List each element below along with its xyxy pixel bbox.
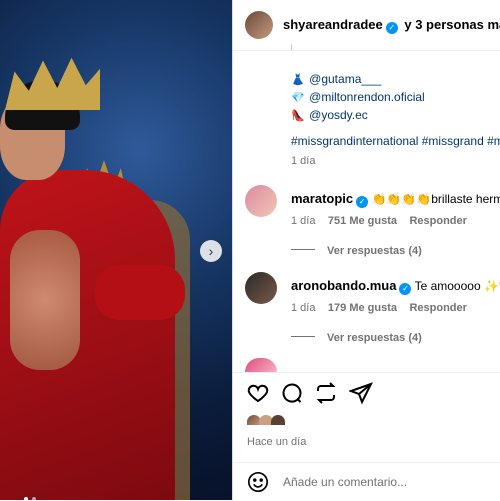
high-heel-icon: 👠 [291,110,305,122]
action-bar [233,372,500,413]
credit-line: 👗 @gutama___ [291,70,381,88]
comment-time: 1 día [291,215,316,227]
avatar [271,415,285,425]
view-replies-label: Ver respuestas (4) [327,332,422,344]
comment-time: 1 día [291,302,316,314]
credit-line: 💎 @miltonrendon.oficial [291,88,425,106]
view-replies-button[interactable]: Ver respuestas (4) [291,241,422,259]
comment-meta: 1 día 179 Me gusta Responder [291,298,467,316]
comment-likes[interactable]: 179 Me gusta [328,302,397,314]
photo-glove [95,265,185,320]
credit-link[interactable]: @miltonrendon.oficial [309,90,425,104]
comment-username[interactable]: maratopic [291,191,353,206]
comment-icon[interactable] [280,381,304,405]
repost-icon[interactable] [314,381,338,405]
photo-crown [5,57,100,110]
photo-bodice [10,230,80,370]
comment-input[interactable]: Añade un comentario... [283,475,407,489]
comment-body: aronobando.mua✓ Te amooooo ✨💗 [291,278,500,295]
add-comment-bar: Añade un comentario... [233,462,500,501]
post-photo: › [0,0,232,500]
comment-text: Te amooooo ✨💗 [414,279,500,293]
comment-likes[interactable]: 751 Me gusta [328,215,397,227]
coauthors-text[interactable]: y 3 personas más [404,17,500,32]
carousel-dots [22,488,38,500]
post-time-ago[interactable]: Hace un día [247,436,306,448]
post-header: shyareandradee✓ y 3 personas más [233,0,500,51]
replies-divider [291,336,315,338]
replies-divider [291,249,315,251]
dress-icon: 👗 [291,74,305,86]
credit-link[interactable]: @gutama___ [309,72,381,86]
credit-link[interactable]: @yosdy.ec [309,108,368,122]
avatar[interactable] [245,11,273,39]
view-replies-button[interactable]: Ver respuestas (4) [291,328,422,346]
share-icon[interactable] [349,381,373,405]
avatar[interactable] [245,185,277,217]
comment-username[interactable]: aronobando.mua [291,278,396,293]
emoji-icon[interactable] [247,471,269,493]
author-username[interactable]: shyareandradee [283,17,383,32]
comment-body: maratopic ✓ 👏👏👏👏brillaste herm [291,191,500,208]
post-side-panel: shyareandradee✓ y 3 personas más 👗 @guta… [232,0,500,500]
verified-icon: ✓ [385,21,398,34]
verified-icon: ✓ [356,196,369,208]
comment-meta: 1 día 751 Me gusta Responder [291,211,467,229]
view-replies-label: Ver respuestas (4) [327,245,422,257]
next-image-button[interactable]: › [200,240,222,262]
heart-icon[interactable] [246,381,270,405]
credit-line: 👠 @yosdy.ec [291,106,368,124]
hashtags[interactable]: #missgrandinternational #missgrand #m [291,134,500,148]
verified-icon: ✓ [399,283,412,295]
avatar[interactable] [245,272,277,304]
gem-icon: 💎 [291,92,305,104]
caption-time: 1 día [291,155,316,167]
reply-button[interactable]: Responder [409,302,466,314]
avatar[interactable] [245,358,277,372]
comment-text: 👏👏👏👏brillaste herm [371,192,500,206]
caption-cutoff [291,44,294,50]
reply-button[interactable]: Responder [409,215,466,227]
